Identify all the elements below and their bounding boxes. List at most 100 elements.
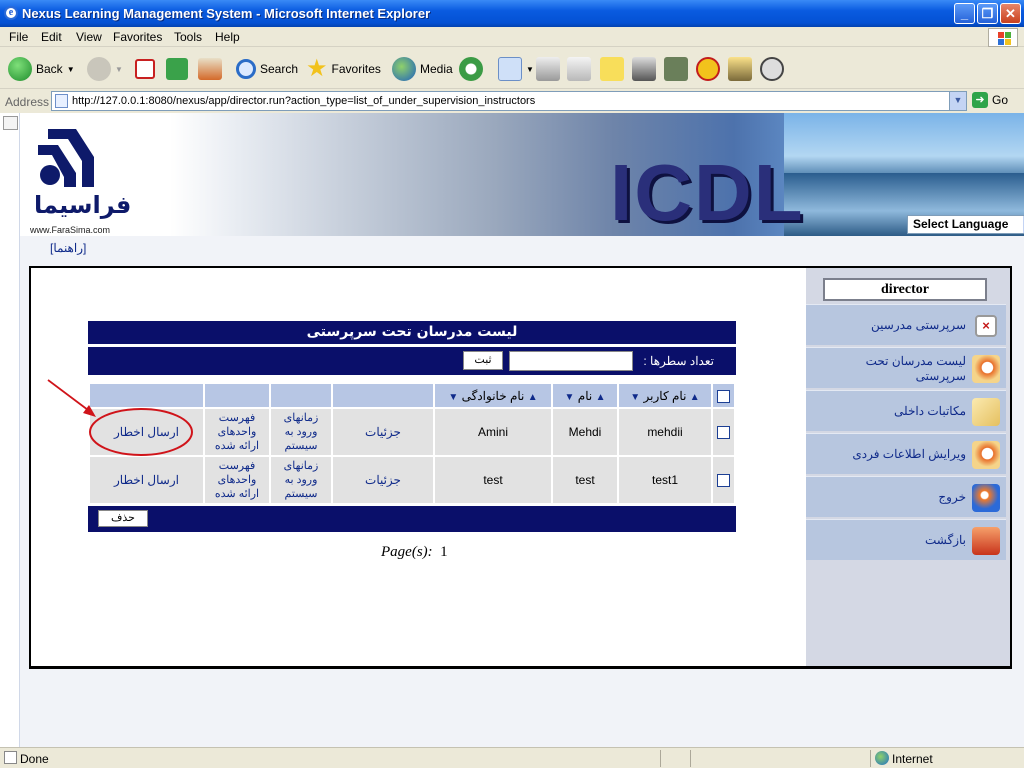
forward-button[interactable]: ▼ bbox=[87, 54, 123, 84]
sort-asc-icon[interactable]: ▲ bbox=[596, 392, 606, 403]
column-label: نام bbox=[577, 388, 593, 403]
research-button[interactable] bbox=[632, 54, 656, 84]
login-times-link[interactable]: زمانهای ورود به سیستم bbox=[271, 457, 331, 503]
media-button[interactable]: Media bbox=[392, 54, 453, 84]
offered-units-link[interactable]: فهرست واحدهای ارائه شده bbox=[205, 409, 269, 455]
login-times-link[interactable]: زمانهای ورود به سیستم bbox=[271, 409, 331, 455]
menu-help[interactable]: Help bbox=[215, 30, 240, 44]
sidebar-item-logout[interactable]: خروج bbox=[806, 476, 1006, 517]
submit-button[interactable]: ثبت bbox=[463, 351, 503, 370]
send-warning-link[interactable]: ارسال اخطار bbox=[90, 457, 203, 503]
column-header-login-times bbox=[271, 384, 331, 407]
sidebar-item-back[interactable]: بازگشت bbox=[806, 519, 1006, 560]
brand-title: ICDL bbox=[610, 148, 805, 236]
sidebar-item-label: سرپرستی مدرسین bbox=[871, 318, 966, 332]
sidebar-item-instructor-list[interactable]: لیست مدرسان تحت سرپرستی bbox=[806, 347, 1006, 388]
address-url: http://127.0.0.1:8080/nexus/app/director… bbox=[72, 95, 536, 107]
rows-per-page-input[interactable] bbox=[509, 351, 633, 371]
internet-globe-icon bbox=[875, 751, 889, 765]
close-button[interactable]: ✕ bbox=[1000, 3, 1021, 24]
search-label: Search bbox=[260, 62, 299, 76]
favorites-button[interactable]: ★ Favorites bbox=[306, 54, 381, 84]
table-row: test1 test test جزئیات زمانهای ورود به س… bbox=[90, 457, 734, 503]
select-all-checkbox[interactable] bbox=[717, 389, 730, 403]
tools-button[interactable] bbox=[728, 54, 752, 84]
logo-mark-icon bbox=[38, 129, 94, 187]
column-header-last-name[interactable]: ▲ نام خانوادگی ▼ bbox=[435, 384, 551, 407]
row-checkbox[interactable] bbox=[717, 474, 730, 488]
menu-view[interactable]: View bbox=[76, 30, 102, 44]
delete-button[interactable]: حذف bbox=[98, 510, 148, 527]
dropdown-arrow-icon[interactable]: ▼ bbox=[67, 65, 75, 74]
language-select-value: Select Language bbox=[913, 217, 1009, 231]
print-button[interactable] bbox=[536, 54, 560, 84]
mail-icon bbox=[498, 57, 522, 81]
discuss-button[interactable] bbox=[600, 54, 624, 84]
table-footer-bar: حذف bbox=[88, 506, 736, 532]
sort-asc-icon[interactable]: ▲ bbox=[690, 392, 700, 403]
page-icon bbox=[55, 94, 68, 108]
column-header-first-name[interactable]: ▲ نام ▼ bbox=[553, 384, 617, 407]
media-label: Media bbox=[420, 62, 453, 76]
menu-tools[interactable]: Tools bbox=[174, 30, 202, 44]
star-icon: ★ bbox=[306, 55, 328, 82]
address-input[interactable]: http://127.0.0.1:8080/nexus/app/director… bbox=[51, 91, 967, 111]
stop-button[interactable] bbox=[135, 54, 155, 84]
menu-edit[interactable]: Edit bbox=[41, 30, 62, 44]
sort-desc-icon[interactable]: ▼ bbox=[565, 392, 575, 403]
maximize-button[interactable]: ❐ bbox=[977, 3, 998, 24]
go-button[interactable]: ➜ Go bbox=[972, 92, 1008, 108]
dropdown-arrow-icon[interactable]: ▼ bbox=[526, 65, 534, 74]
column-header-details bbox=[333, 384, 433, 407]
rows-per-page-bar: تعداد سطرها : ثبت bbox=[88, 347, 736, 375]
chat-button[interactable] bbox=[760, 54, 784, 84]
back-arrow-icon bbox=[8, 57, 32, 81]
toolbar: Back ▼ ▼ Search ★ Favorites Media ▼ bbox=[0, 49, 1024, 89]
title-bar[interactable]: e Nexus Learning Management System - Mic… bbox=[0, 0, 1024, 27]
menu-favorites[interactable]: Favorites bbox=[113, 30, 162, 44]
logo-text: فراسیما bbox=[34, 191, 132, 219]
sidebar-item-edit-profile[interactable]: ویرایش اطلاعات فردی bbox=[806, 433, 1006, 474]
chat-bubble-icon bbox=[760, 57, 784, 81]
edit-button[interactable] bbox=[567, 54, 591, 84]
sidebar-item-internal-mail[interactable]: مکاتبات داخلی bbox=[806, 390, 1006, 431]
tv-button[interactable] bbox=[664, 54, 688, 84]
sort-desc-icon[interactable]: ▼ bbox=[448, 392, 458, 403]
details-link[interactable]: جزئیات bbox=[333, 457, 433, 503]
mail-button[interactable]: ▼ bbox=[498, 54, 534, 84]
chevron-down-icon[interactable]: ▼ bbox=[949, 92, 966, 110]
toggle-box[interactable] bbox=[3, 116, 18, 130]
sidebar-item-supervise-instructors[interactable]: × سرپرستی مدرسین bbox=[806, 304, 1006, 345]
offered-units-link[interactable]: فهرست واحدهای ارائه شده bbox=[205, 457, 269, 503]
edit-icon bbox=[567, 57, 591, 81]
list-title: لیست مدرسان تحت سرپرستی bbox=[88, 321, 736, 344]
details-link[interactable]: جزئیات bbox=[333, 409, 433, 455]
sort-asc-icon[interactable]: ▲ bbox=[528, 392, 538, 403]
go-label: Go bbox=[992, 93, 1009, 107]
send-warning-link[interactable]: ارسال اخطار bbox=[90, 409, 203, 455]
messenger-icon bbox=[696, 57, 720, 81]
close-box-icon: × bbox=[975, 315, 997, 337]
search-button[interactable]: Search bbox=[236, 54, 298, 84]
home-button[interactable] bbox=[198, 54, 222, 84]
page-link[interactable]: 1 bbox=[440, 544, 448, 560]
history-button[interactable] bbox=[459, 54, 483, 84]
help-link[interactable]: [راهنما] bbox=[50, 241, 86, 255]
refresh-button[interactable] bbox=[166, 54, 188, 84]
column-header-units bbox=[205, 384, 269, 407]
minimize-button[interactable]: _ bbox=[954, 3, 975, 24]
forward-arrow-icon bbox=[87, 57, 111, 81]
magnifier-icon bbox=[972, 441, 1000, 469]
envelope-icon bbox=[972, 398, 1000, 426]
back-button[interactable]: Back ▼ bbox=[8, 54, 75, 84]
print-icon bbox=[536, 57, 560, 81]
messenger-button[interactable] bbox=[696, 54, 720, 84]
sort-desc-icon[interactable]: ▼ bbox=[630, 392, 640, 403]
language-select[interactable]: Select Language ▼ bbox=[907, 215, 1024, 234]
address-bar: Address http://127.0.0.1:8080/nexus/app/… bbox=[0, 90, 1024, 113]
menu-file[interactable]: File bbox=[9, 30, 28, 44]
row-checkbox[interactable] bbox=[717, 426, 730, 440]
dropdown-arrow-icon[interactable]: ▼ bbox=[115, 65, 123, 74]
column-header-username[interactable]: ▲ نام کاربر ▼ bbox=[619, 384, 711, 407]
go-arrow-icon: ➜ bbox=[972, 92, 988, 108]
